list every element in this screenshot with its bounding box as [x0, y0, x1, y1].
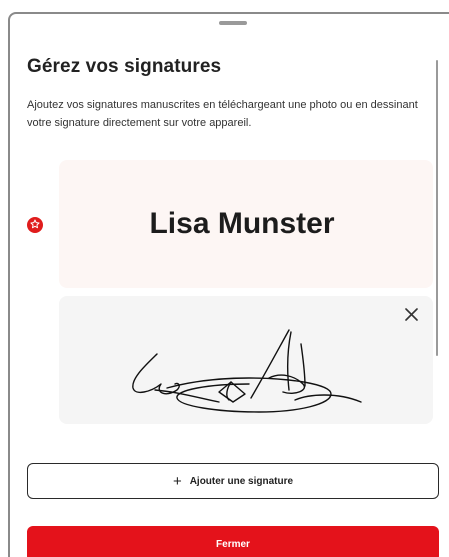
signature-card-drawn[interactable] [59, 296, 433, 424]
sheet-drag-handle[interactable] [219, 21, 247, 25]
scrollbar[interactable] [436, 60, 438, 356]
add-signature-label: Ajouter une signature [189, 475, 294, 487]
delete-signature-button[interactable] [402, 308, 420, 326]
dialog-title: Gérez vos signatures [27, 56, 222, 77]
add-signature-button[interactable]: + Ajouter une signature [27, 463, 439, 499]
plus-icon: + [172, 472, 182, 490]
app-frame: Gérez vos signatures Ajoutez vos signatu… [0, 0, 449, 557]
drawn-signature-image [132, 329, 362, 413]
close-button[interactable]: Fermer [27, 526, 439, 557]
default-signature-badge [27, 217, 43, 233]
close-button-label: Fermer [216, 538, 250, 550]
close-icon [404, 308, 418, 326]
dialog-description: Ajoutez vos signatures manuscrites en té… [27, 99, 418, 129]
typed-signature-text: Lisa Munster [149, 207, 335, 240]
star-icon [30, 216, 40, 234]
signature-card-typed[interactable]: Lisa Munster [59, 160, 433, 288]
